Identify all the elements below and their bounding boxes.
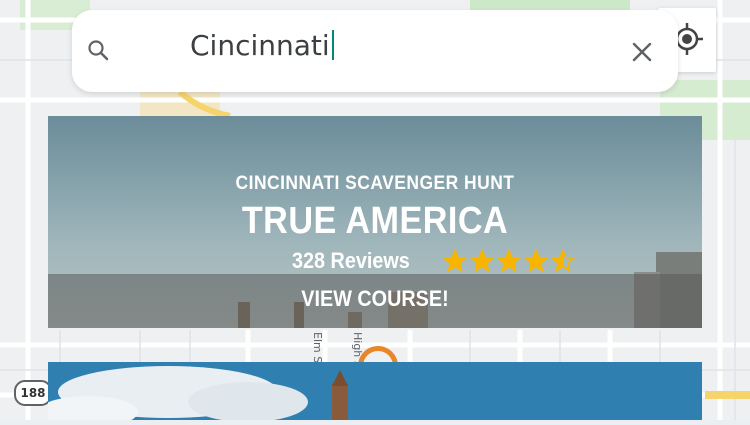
course-card[interactable] <box>48 362 702 420</box>
search-bar[interactable] <box>72 10 678 92</box>
course-subtitle: CINCINNATI SCAVENGER HUNT <box>235 173 515 194</box>
star-half-icon <box>550 249 575 273</box>
course-card[interactable]: CINCINNATI SCAVENGER HUNT TRUE AMERICA 3… <box>48 116 702 328</box>
search-input[interactable]: Cincinnati <box>190 26 334 66</box>
text-caret <box>331 30 334 60</box>
close-icon[interactable] <box>628 38 656 66</box>
star-full-icon <box>496 249 521 273</box>
star-rating <box>442 249 575 273</box>
star-full-icon <box>442 249 467 273</box>
rating-row: 328 Reviews <box>292 247 575 275</box>
search-input-value: Cincinnati <box>190 29 330 62</box>
search-icon <box>88 40 109 61</box>
star-full-icon <box>523 249 548 273</box>
route-shield: 188 <box>14 380 52 406</box>
review-count: 328 Reviews <box>292 248 410 273</box>
star-full-icon <box>469 249 494 273</box>
course-title: TRUE AMERICA <box>241 200 509 242</box>
course-photo <box>48 362 702 420</box>
view-course-button[interactable]: VIEW COURSE! <box>81 286 670 312</box>
